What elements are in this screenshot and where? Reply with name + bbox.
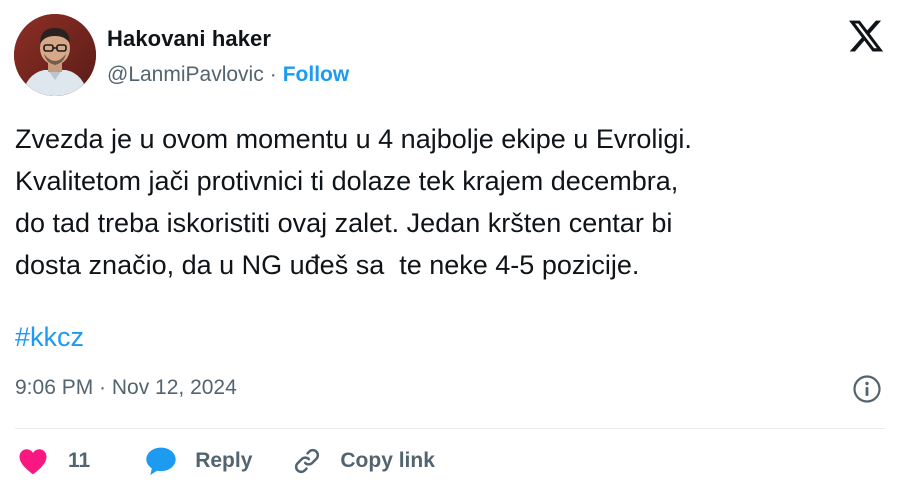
timestamp[interactable]: 9:06 PM · Nov 12, 2024 (15, 376, 237, 400)
divider (15, 428, 885, 429)
copy-link-button[interactable]: Copy link (292, 446, 435, 476)
reply-label: Reply (195, 449, 253, 472)
author-handle[interactable]: @LanmiPavlovic (107, 63, 264, 86)
tweet-text-line: Zvezda je u ovom momentu u 4 najbolje ek… (15, 124, 692, 154)
like-count: 11 (68, 449, 91, 472)
heart-icon (19, 448, 47, 474)
author-meta: @LanmiPavlovic · Follow (107, 63, 349, 87)
reply-icon (146, 447, 176, 475)
avatar[interactable] (14, 14, 96, 96)
link-icon (295, 448, 320, 474)
info-icon[interactable] (852, 374, 882, 404)
tweet-text-line: Kvalitetom jači protivnici ti dolaze tek… (15, 166, 679, 196)
x-logo-icon[interactable] (846, 17, 886, 55)
action-bar: 11 Reply Copy link (18, 445, 435, 477)
separator: · (269, 63, 277, 86)
follow-button[interactable]: Follow (283, 63, 350, 86)
tweet-text: Zvezda je u ovom momentu u 4 najbolje ek… (15, 118, 885, 286)
copy-link-label: Copy link (340, 449, 435, 472)
author-name[interactable]: Hakovani haker (107, 26, 271, 52)
like-button[interactable]: 11 (18, 448, 90, 475)
reply-button[interactable]: Reply (145, 446, 252, 476)
hashtag-link[interactable]: #kkcz (15, 322, 84, 353)
tweet-text-line: dosta značio, da u NG uđeš sa te neke 4-… (15, 250, 640, 280)
tweet-card: Hakovani haker @LanmiPavlovic · Follow Zve… (0, 0, 900, 488)
tweet-text-line: do tad treba iskoristiti ovaj zalet. Jed… (15, 208, 673, 238)
